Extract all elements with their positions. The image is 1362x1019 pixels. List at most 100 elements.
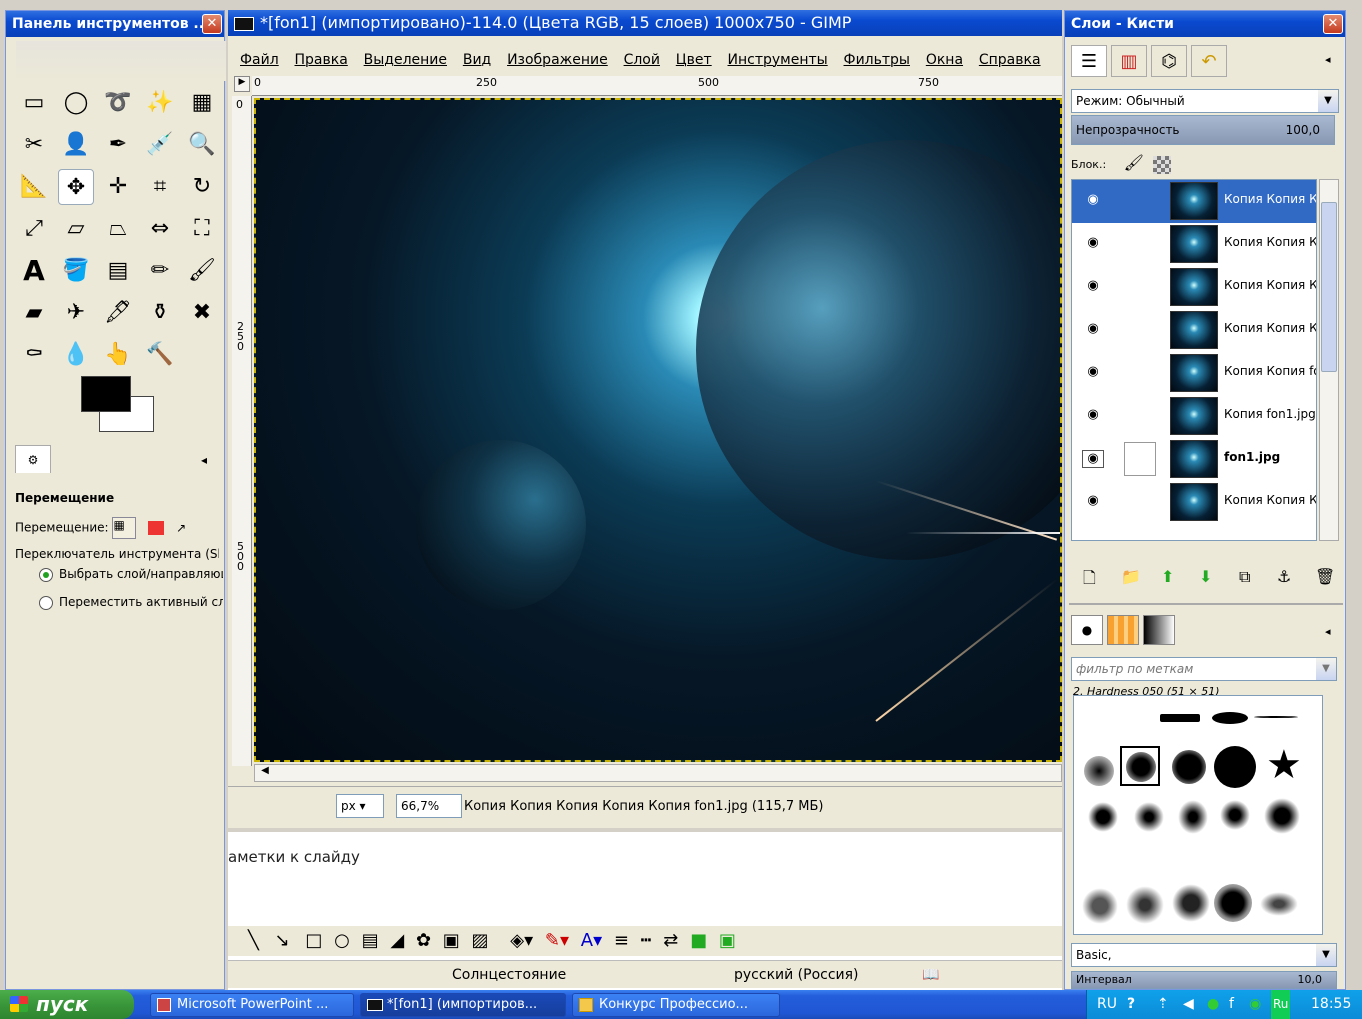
task-folder[interactable]: Конкурс Профессио... [572, 993, 780, 1017]
visibility-eye-icon[interactable]: ◉ [1082, 278, 1104, 296]
close-icon[interactable]: ✕ [202, 14, 222, 34]
slide-notes[interactable]: аметки к слайду [228, 848, 360, 866]
brush-swatch[interactable] [1134, 802, 1164, 832]
measure-icon[interactable]: 📐 [16, 169, 52, 205]
chevron-down-icon[interactable]: ▼ [1316, 944, 1336, 966]
oval-icon[interactable]: ○ [334, 930, 350, 951]
dodge-burn-icon[interactable]: 🔨 [142, 337, 178, 373]
brush-swatch[interactable] [1260, 892, 1298, 916]
align-icon[interactable]: ✛ [100, 169, 136, 205]
visibility-eye-icon[interactable]: ◉ [1082, 450, 1104, 468]
layer-mode-icon[interactable]: ▦ [112, 517, 137, 539]
menu-windows[interactable]: Окна [926, 50, 963, 68]
image-canvas[interactable] [254, 98, 1062, 762]
radio-button-checked[interactable] [39, 567, 53, 582]
brush-star[interactable]: ★ [1266, 742, 1302, 788]
line-icon[interactable]: ╲ [248, 930, 259, 951]
spacing-value[interactable]: 10,0 [1298, 972, 1323, 988]
layer-name[interactable]: Копия Копия Ко [1224, 192, 1316, 206]
perspective-icon[interactable]: ⏢ [100, 211, 136, 247]
back-icon[interactable]: ◀ [1183, 990, 1194, 1019]
task-powerpoint[interactable]: Microsoft PowerPoint ... [150, 993, 354, 1017]
layer-name[interactable]: Копия Копия Ко [1224, 321, 1316, 335]
quick-mask-toggle[interactable]: ▶ [234, 76, 250, 92]
brush-swatch[interactable] [1172, 884, 1210, 922]
green-status-icon[interactable]: ● [1207, 990, 1219, 1019]
social-icon[interactable]: f [1229, 990, 1234, 1019]
start-button[interactable]: пуск [0, 990, 134, 1019]
perspective-clone-icon[interactable]: ⚰ [16, 337, 52, 373]
menu-view[interactable]: Вид [463, 50, 491, 68]
diagram-icon[interactable]: ✿ [416, 930, 431, 951]
mode-select[interactable]: Режим: Обычный ▼ [1071, 89, 1339, 113]
ink-icon[interactable]: 🖋 [100, 295, 136, 331]
brush-swatch[interactable] [1264, 798, 1300, 834]
brush-tab-icon[interactable]: ● [1071, 615, 1103, 645]
channels-tab-icon[interactable]: ▥ [1111, 45, 1147, 77]
layer-row[interactable]: ◉ Копия fon1.jpg [1072, 395, 1316, 438]
visibility-eye-icon[interactable]: ◉ [1082, 407, 1104, 425]
cage-icon[interactable]: ⛶ [184, 211, 220, 247]
delete-layer-icon[interactable]: 🗑 [1315, 567, 1335, 586]
menu-colors[interactable]: Цвет [676, 50, 712, 68]
raise-layer-icon[interactable]: ⬆ [1161, 567, 1174, 586]
brush-swatch[interactable] [1178, 800, 1208, 834]
airbrush-icon[interactable]: ✈ [58, 295, 94, 331]
dock-titlebar[interactable]: Слои - Кисти [1065, 11, 1345, 37]
rect-select-icon[interactable]: ▭ [16, 85, 52, 121]
clone-icon[interactable]: ⚱ [142, 295, 178, 331]
eraser-icon[interactable]: ▰ [16, 295, 52, 331]
tool-options-tab-icon[interactable]: ⚙ [15, 445, 51, 473]
menu-select[interactable]: Выделение [364, 50, 447, 68]
layer-row[interactable]: ◉ fon1.jpg [1072, 438, 1316, 481]
visibility-eye-icon[interactable]: ◉ [1082, 493, 1104, 511]
task-gimp[interactable]: *[fon1] (импортиров... [360, 993, 566, 1017]
3d-icon[interactable]: ▣ [719, 930, 736, 951]
menu-file[interactable]: Файл [240, 50, 279, 68]
layer-row[interactable]: ◉ Копия Копия Ко [1072, 481, 1316, 524]
font-color-icon[interactable]: A▾ [581, 930, 602, 951]
layer-list[interactable]: ◉ Копия Копия Ко ◉ Копия Копия Ко ◉ Копия К… [1071, 179, 1317, 541]
color-swatches[interactable] [81, 376, 161, 436]
layer-name[interactable]: Копия fon1.jpg [1224, 407, 1316, 421]
menu-edit[interactable]: Правка [295, 50, 348, 68]
visibility-eye-icon[interactable]: ◉ [1082, 321, 1104, 339]
rectangle-icon[interactable]: □ [305, 930, 322, 951]
undo-tab-icon[interactable]: ↶ [1191, 45, 1227, 77]
radio-move-active[interactable]: Переместить активный сло [39, 595, 223, 610]
rotate-icon[interactable]: ↻ [184, 169, 220, 205]
help-icon[interactable]: ? [1127, 990, 1135, 1019]
crop-icon[interactable]: ⌗ [142, 169, 178, 205]
layer-name[interactable]: Копия Копия Ко [1224, 235, 1316, 249]
spacing-slider[interactable]: Интервал 10,0 [1071, 971, 1337, 989]
opacity-value[interactable]: 100,0 [1286, 116, 1320, 144]
heal-icon[interactable]: ✖ [184, 295, 220, 331]
brush-set-select[interactable]: Basic, ▼ [1071, 943, 1337, 967]
visibility-eye-icon[interactable]: ◉ [1082, 192, 1104, 210]
layer-name[interactable]: fon1.jpg [1224, 450, 1316, 464]
scale-icon[interactable]: ⤢ [16, 211, 52, 247]
gradient-tab-icon[interactable] [1143, 615, 1175, 645]
brush-grid[interactable]: ★ [1073, 695, 1323, 935]
pattern-tab-icon[interactable] [1107, 615, 1139, 645]
smudge-icon[interactable]: 👆 [100, 337, 136, 373]
zoom-icon[interactable]: 🔍 [184, 127, 220, 163]
picture-icon[interactable]: ▨ [472, 930, 489, 951]
layer-scrollbar[interactable] [1319, 179, 1339, 541]
clipart-icon[interactable]: ▣ [443, 930, 460, 951]
menu-image[interactable]: Изображение [507, 50, 608, 68]
radio-pick-layer[interactable]: Выбрать слой/направляющу [39, 567, 223, 582]
paths-icon[interactable]: ✒ [100, 127, 136, 163]
brush-swatch[interactable] [1084, 756, 1114, 786]
paintbrush-icon[interactable]: 🖌 [184, 253, 220, 289]
brush-swatch[interactable] [1082, 888, 1118, 924]
layer-name[interactable]: Копия Копия fo [1224, 364, 1316, 378]
layer-name[interactable]: Копия Копия Ко [1224, 493, 1316, 507]
menu-tools[interactable]: Инструменты [728, 50, 828, 68]
bucket-fill-icon[interactable]: 🪣 [58, 253, 94, 289]
fill-color-icon[interactable]: ◈▾ [510, 930, 533, 951]
color-picker-icon[interactable]: 💉 [142, 127, 178, 163]
visibility-eye-icon[interactable]: ◉ [1082, 364, 1104, 382]
chevron-down-icon[interactable]: ▼ [1316, 658, 1336, 680]
layer-name[interactable]: Копия Копия Ко [1224, 278, 1316, 292]
